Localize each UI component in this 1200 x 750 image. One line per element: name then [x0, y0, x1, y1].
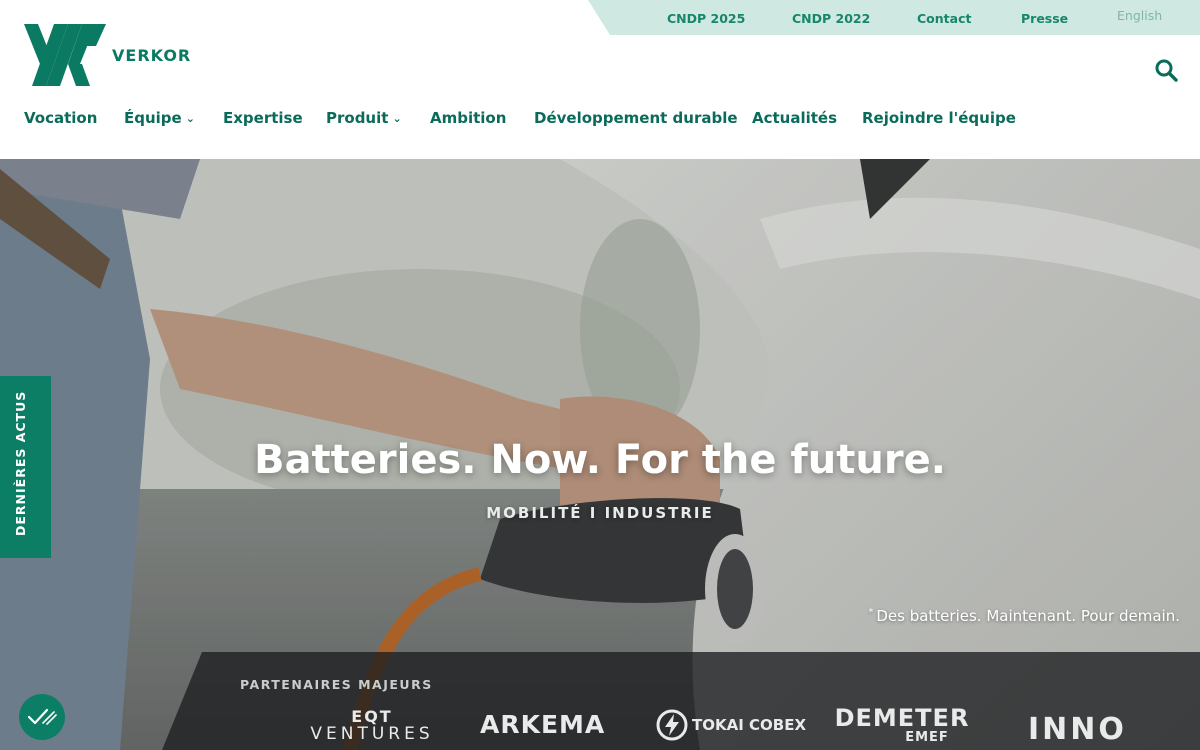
nav-item-produit[interactable]: Produit ⌄ — [326, 109, 402, 127]
nav-item-label: Équipe — [124, 109, 182, 127]
partner-logo-text: EMEF — [905, 730, 949, 745]
partner-logo-text: DEMETER — [834, 704, 970, 732]
check-icon — [27, 708, 57, 725]
latest-news-label: DERNIÈRES ACTUS — [13, 390, 28, 536]
verkor-logo-mark — [24, 24, 106, 86]
topbar-link-cndp-2025[interactable]: CNDP 2025 — [667, 11, 745, 26]
partner-logo-arkema[interactable]: ARKEMA — [480, 710, 605, 739]
partner-logo-text: INNO — [1028, 712, 1127, 747]
tokai-bolt-icon — [656, 709, 688, 741]
nav-item-actualites[interactable]: Actualités — [752, 109, 837, 127]
hero-translation-note: * Des batteries. Maintenant. Pour demain. — [868, 607, 1180, 625]
nav-item-vocation[interactable]: Vocation — [24, 109, 97, 127]
partner-logo-text: ARKEMA — [480, 710, 606, 739]
hero-title: Batteries. Now. For the future. — [254, 437, 946, 483]
nav-item-expertise[interactable]: Expertise — [223, 109, 303, 127]
nav-item-label: Vocation — [24, 109, 98, 127]
language-switch[interactable]: English — [1117, 8, 1162, 23]
topbar-link-contact[interactable]: Contact — [917, 11, 971, 26]
partner-logo-inno[interactable]: INNO — [1028, 712, 1127, 747]
nav-item-ambition[interactable]: Ambition — [430, 109, 506, 127]
partners-label: PARTENAIRES MAJEURS — [240, 677, 433, 692]
partner-logo-text: VENTURES — [310, 724, 434, 744]
brand-name: VERKOR — [112, 45, 192, 65]
hero-subtitle: MOBILITÉ I INDUSTRIE — [486, 504, 714, 522]
partner-logo-text: TOKAI COBEX — [692, 716, 807, 734]
nav-item-label: Rejoindre l'équipe — [862, 109, 1016, 127]
chevron-down-icon: ⌄ — [392, 112, 402, 125]
hero-note-text: Des batteries. Maintenant. Pour demain. — [876, 607, 1180, 625]
chevron-down-icon: ⌄ — [185, 112, 195, 125]
search-icon[interactable] — [1154, 58, 1178, 82]
nav-item-rejoindre[interactable]: Rejoindre l'équipe — [862, 109, 1016, 127]
nav-item-label: Développement durable — [534, 109, 738, 127]
nav-item-label: Expertise — [223, 109, 303, 127]
topbar-link-presse[interactable]: Presse — [1021, 11, 1068, 26]
utility-bar: CNDP 2025 CNDP 2022 Contact Presse Engli… — [588, 0, 1200, 35]
nav-item-label: Produit — [326, 109, 389, 127]
partner-logo-eqt-ventures[interactable]: EQT VENTURES — [302, 707, 442, 744]
topbar-link-cndp-2022[interactable]: CNDP 2022 — [792, 11, 870, 26]
partner-logo-tokai-cobex[interactable]: TOKAI COBEX — [656, 709, 806, 741]
nav-item-equipe[interactable]: Équipe ⌄ — [124, 109, 195, 127]
cookie-consent-button[interactable] — [19, 694, 65, 740]
brand-logo[interactable]: VERKOR — [24, 24, 194, 86]
hero-section: Batteries. Now. For the future. MOBILITÉ… — [0, 159, 1200, 750]
nav-item-developpement-durable[interactable]: Développement durable — [534, 109, 738, 127]
partners-band: PARTENAIRES MAJEURS EQT VENTURES ARKEMA … — [162, 652, 1200, 750]
nav-item-label: Ambition — [430, 109, 507, 127]
latest-news-tab[interactable]: DERNIÈRES ACTUS — [0, 376, 51, 558]
footnote-mark: * — [868, 607, 874, 618]
site-header: VERKOR CNDP 2025 CNDP 2022 Contact Press… — [0, 0, 1200, 159]
nav-item-label: Actualités — [752, 109, 838, 127]
partner-logo-demeter[interactable]: DEMETER EMEF — [832, 704, 972, 745]
